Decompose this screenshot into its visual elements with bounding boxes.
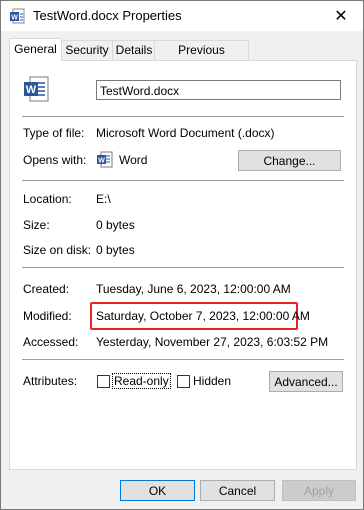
read-only-label[interactable]: Read-only bbox=[112, 373, 171, 389]
accessed-value: Yesterday, November 27, 2023, 6:03:52 PM bbox=[96, 335, 329, 349]
type-label: Type of file: bbox=[23, 126, 85, 140]
size-on-disk-label: Size on disk: bbox=[23, 243, 92, 257]
created-label: Created: bbox=[23, 282, 70, 296]
created-value: Tuesday, June 6, 2023, 12:00:00 AM bbox=[96, 282, 291, 296]
tab-previous-versions[interactable]: Previous Versions bbox=[154, 40, 249, 76]
window-title: TestWord.docx Properties bbox=[33, 8, 182, 23]
accessed-label: Accessed: bbox=[23, 335, 79, 349]
close-button[interactable]: ✕ bbox=[319, 1, 363, 31]
read-only-checkbox[interactable] bbox=[97, 375, 110, 388]
separator bbox=[22, 180, 344, 181]
opens-with-value: Word bbox=[119, 153, 148, 167]
separator bbox=[22, 267, 344, 268]
attributes-label: Attributes: bbox=[23, 374, 78, 388]
type-value: Microsoft Word Document (.docx) bbox=[96, 126, 275, 140]
cancel-button[interactable]: Cancel bbox=[200, 480, 275, 501]
change-button[interactable]: Change... bbox=[238, 150, 341, 171]
opens-with-label: Opens with: bbox=[23, 153, 87, 167]
modified-value: Saturday, October 7, 2023, 12:00:00 AM bbox=[96, 309, 310, 323]
filename-input[interactable]: TestWord.docx bbox=[96, 80, 341, 100]
size-value: 0 bytes bbox=[96, 218, 135, 232]
separator bbox=[22, 359, 344, 360]
tab-details[interactable]: Details bbox=[112, 40, 156, 60]
advanced-button[interactable]: Advanced... bbox=[269, 371, 343, 392]
svg-text:W: W bbox=[11, 15, 18, 22]
properties-dialog: W TestWord.docx Properties ✕ General Sec… bbox=[0, 0, 364, 510]
word-app-icon: W bbox=[97, 151, 113, 168]
title-bar: W TestWord.docx Properties ✕ bbox=[1, 1, 363, 31]
separator bbox=[22, 116, 344, 117]
word-file-icon: W bbox=[24, 76, 49, 102]
tab-general[interactable]: General bbox=[9, 38, 62, 61]
size-on-disk-value: 0 bytes bbox=[96, 243, 135, 257]
location-value: E:\ bbox=[96, 192, 111, 206]
hidden-checkbox[interactable] bbox=[177, 375, 190, 388]
apply-button[interactable]: Apply bbox=[282, 480, 356, 501]
general-panel: W TestWord.docx Type of file: Microsoft … bbox=[9, 60, 357, 470]
svg-text:W: W bbox=[26, 84, 37, 96]
size-label: Size: bbox=[23, 218, 50, 232]
svg-text:W: W bbox=[98, 158, 105, 165]
modified-label: Modified: bbox=[23, 309, 72, 323]
close-icon: ✕ bbox=[334, 8, 348, 25]
tab-security[interactable]: Security bbox=[60, 40, 114, 60]
word-document-icon: W bbox=[10, 8, 25, 24]
ok-button[interactable]: OK bbox=[120, 480, 195, 501]
hidden-label[interactable]: Hidden bbox=[193, 374, 231, 388]
location-label: Location: bbox=[23, 192, 72, 206]
